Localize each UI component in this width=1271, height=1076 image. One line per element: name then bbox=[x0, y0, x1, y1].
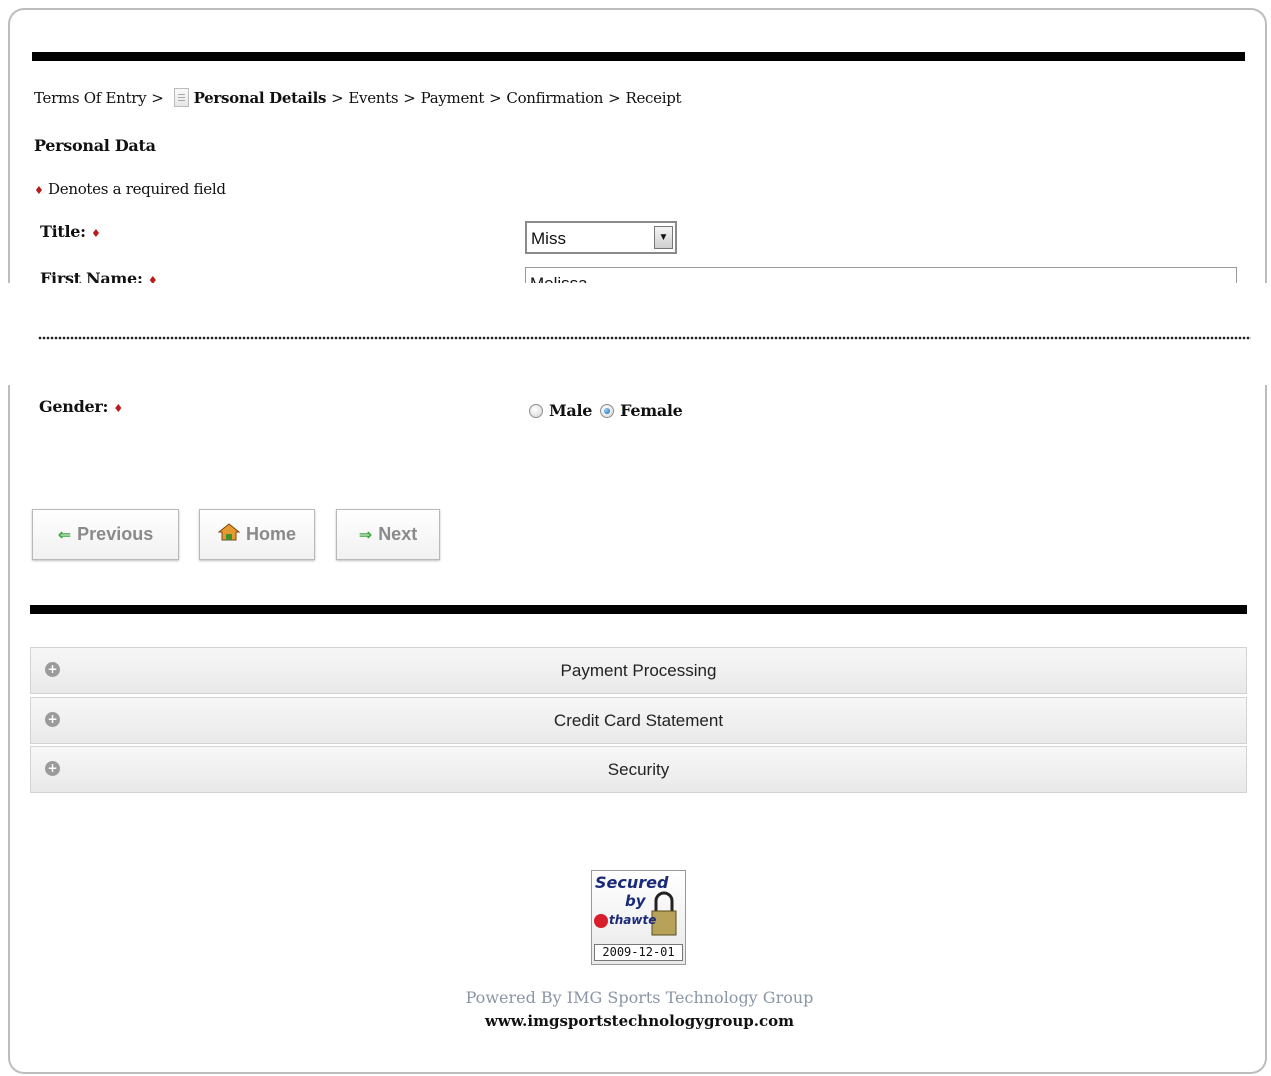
seal-secured-text: Secured bbox=[595, 873, 669, 892]
required-dot-icon: ♦ bbox=[34, 184, 44, 197]
title-label: Title: ♦ bbox=[40, 222, 101, 241]
gender-female-radio[interactable] bbox=[600, 403, 615, 418]
required-dot-icon: ♦ bbox=[91, 227, 101, 240]
seal-brand: thawte bbox=[594, 913, 656, 928]
thawte-logo-icon bbox=[594, 913, 608, 928]
breadcrumb-separator: > bbox=[403, 88, 416, 107]
previous-button[interactable]: ⇐ Previous bbox=[32, 509, 179, 560]
required-dot-icon: ♦ bbox=[113, 402, 123, 415]
title-select-value: Miss bbox=[531, 229, 566, 248]
breadcrumb-terms[interactable]: Terms Of Entry bbox=[34, 89, 147, 107]
breadcrumb-separator: > bbox=[489, 88, 502, 107]
breadcrumb-confirmation: Confirmation bbox=[506, 88, 604, 107]
home-button[interactable]: Home bbox=[199, 509, 315, 560]
gender-female-label[interactable]: Female bbox=[620, 401, 683, 420]
accordion-security[interactable]: + Security bbox=[30, 746, 1247, 793]
gender-radio-group: Male Female bbox=[529, 401, 691, 420]
first-name-label: First Name: ♦ bbox=[40, 269, 158, 283]
truncation-dots bbox=[38, 336, 1251, 340]
accordion-payment-processing[interactable]: + Payment Processing bbox=[30, 647, 1247, 694]
header-divider bbox=[32, 52, 1245, 61]
breadcrumb-personal-details: Personal Details bbox=[193, 88, 327, 107]
breadcrumb-separator: > bbox=[151, 88, 164, 107]
page-top-section: Terms Of Entry > Personal Details > Even… bbox=[8, 8, 1267, 283]
accordion-credit-card-statement[interactable]: + Credit Card Statement bbox=[30, 697, 1247, 744]
required-note-text: Denotes a required field bbox=[48, 180, 226, 198]
page-bottom-section: Gender: ♦ Male Female ⇐ Previous Home ⇒ … bbox=[8, 385, 1267, 1074]
first-name-input[interactable]: Melissa bbox=[525, 267, 1237, 283]
seal-by-text: by bbox=[625, 892, 646, 910]
breadcrumb-events: Events bbox=[348, 88, 399, 107]
dropdown-arrow-icon[interactable]: ▼ bbox=[654, 226, 673, 249]
thawte-seal[interactable]: Secured by thawte 2009-12-01 bbox=[591, 870, 686, 965]
required-dot-icon: ♦ bbox=[147, 274, 158, 283]
expand-icon: + bbox=[45, 662, 60, 677]
gender-male-label[interactable]: Male bbox=[549, 401, 592, 420]
required-note: ♦ Denotes a required field bbox=[34, 180, 226, 198]
breadcrumb-payment: Payment bbox=[420, 88, 485, 107]
title-select[interactable]: Miss ▼ bbox=[525, 221, 677, 254]
document-icon bbox=[173, 88, 189, 107]
section-title: Personal Data bbox=[34, 136, 156, 155]
arrow-left-icon: ⇐ bbox=[57, 526, 72, 544]
site-link[interactable]: www.imgsportstechnologygroup.com bbox=[10, 1012, 1269, 1030]
gender-label: Gender: ♦ bbox=[39, 397, 123, 416]
expand-icon: + bbox=[45, 761, 60, 776]
gender-male-radio[interactable] bbox=[529, 403, 543, 418]
expand-icon: + bbox=[45, 712, 60, 727]
seal-date: 2009-12-01 bbox=[594, 944, 683, 961]
arrow-right-icon: ⇒ bbox=[358, 526, 373, 544]
breadcrumb-receipt: Receipt bbox=[625, 88, 682, 107]
powered-by-text: Powered By IMG Sports Technology Group bbox=[465, 988, 814, 1007]
next-button[interactable]: ⇒ Next bbox=[336, 509, 440, 560]
breadcrumb-separator: > bbox=[331, 88, 344, 107]
breadcrumb: Terms Of Entry > Personal Details > Even… bbox=[34, 88, 682, 107]
breadcrumb-separator: > bbox=[608, 88, 621, 107]
home-icon bbox=[217, 523, 241, 546]
footer-divider bbox=[30, 605, 1247, 614]
